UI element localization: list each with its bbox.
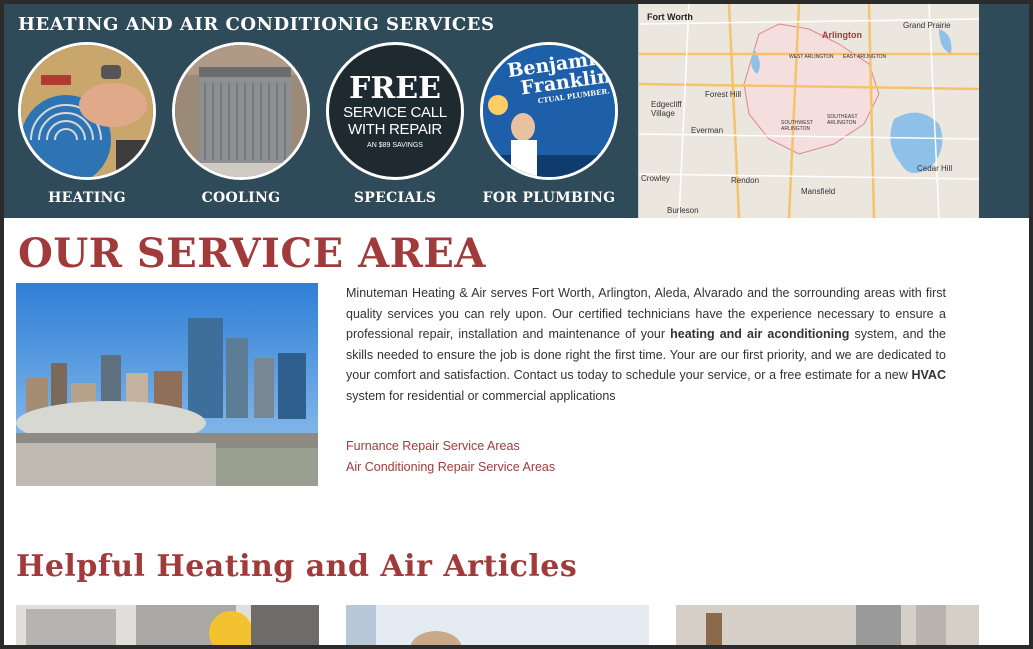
map-label-forest-hill: Forest Hill [705, 90, 742, 99]
map-label-grand-prairie: Grand Prairie [903, 21, 951, 30]
articles-heading: Helpful Heating and Air Articles [16, 549, 578, 584]
description-bold-2: HVAC [911, 368, 947, 382]
page-title: OUR SERVICE AREA [18, 230, 486, 277]
heating-technician-photo[interactable] [18, 42, 156, 180]
ac-repair-areas-link[interactable]: Air Conditioning Repair Service Areas [346, 457, 555, 478]
service-plumbing[interactable]: Benjamin Franklin CTUAL PLUMBER. FOR PLU… [479, 42, 619, 218]
map-label-burleson: Burleson [667, 206, 699, 215]
plumbing-van-photo[interactable]: Benjamin Franklin CTUAL PLUMBER. [480, 42, 618, 180]
service-area-links: Furnance Repair Service Areas Air Condit… [346, 436, 555, 478]
map-label-west-arlington: WEST ARLINGTON [789, 54, 834, 60]
service-cooling-label[interactable]: COOLING [171, 190, 311, 206]
service-specials-label[interactable]: SPECIALS [325, 190, 465, 206]
map-label-east-arlington: EAST ARLINGTON [843, 54, 887, 60]
article-thumbnail[interactable] [16, 605, 319, 645]
map-label-edgecliff: Edgecliff Village [651, 100, 682, 118]
free-badge-line2: SERVICE CALL [343, 103, 447, 121]
map-label-southeast-arlington: SOUTHEAST ARLINGTON [827, 114, 858, 126]
map-label-mansfield: Mansfield [801, 187, 836, 196]
page-frame: HEATING AND AIR CONDITIONIG SERVICES HEA… [4, 4, 1029, 645]
service-plumbing-label[interactable]: FOR PLUMBING [479, 190, 619, 206]
article-thumbnail[interactable] [346, 605, 649, 645]
service-heating[interactable]: HEATING [17, 42, 157, 218]
services-banner: HEATING AND AIR CONDITIONIG SERVICES HEA… [4, 4, 1029, 218]
free-badge-line1: FREE [349, 70, 441, 106]
free-service-badge[interactable]: FREE SERVICE CALL WITH REPAIR AN $89 SAV… [326, 42, 464, 180]
service-area-map[interactable]: Fort Worth Arlington Grand Prairie Fores… [638, 4, 979, 218]
free-badge-line4: AN $89 SAVINGS [367, 141, 423, 149]
service-area-description: Minuteman Heating & Air serves Fort Wort… [346, 283, 946, 406]
furnace-repair-areas-link[interactable]: Furnance Repair Service Areas [346, 436, 555, 457]
map-label-arlington: Arlington [822, 30, 862, 40]
service-specials[interactable]: FREE SERVICE CALL WITH REPAIR AN $89 SAV… [325, 42, 465, 218]
map-label-southwest-arlington: SOUTHWEST ARLINGTON [781, 120, 813, 132]
map-label-everman: Everman [691, 126, 724, 135]
ac-unit-photo[interactable] [172, 42, 310, 180]
service-cooling[interactable]: COOLING [171, 42, 311, 218]
description-text-3: system for residential or commercial app… [346, 388, 616, 403]
map-label-cedar-hill: Cedar Hill [917, 164, 953, 173]
map-label-fort-worth: Fort Worth [647, 12, 693, 22]
banner-title: HEATING AND AIR CONDITIONIG SERVICES [18, 14, 495, 35]
map-label-crowley: Crowley [641, 174, 670, 183]
free-badge-line3: WITH REPAIR [348, 120, 442, 138]
article-thumbnail[interactable] [676, 605, 979, 645]
service-heating-label[interactable]: HEATING [17, 190, 157, 206]
fort-worth-skyline-photo [16, 283, 318, 486]
map-label-rendon: Rendon [731, 176, 760, 185]
description-bold-1: heating and air aconditioning [670, 327, 850, 341]
